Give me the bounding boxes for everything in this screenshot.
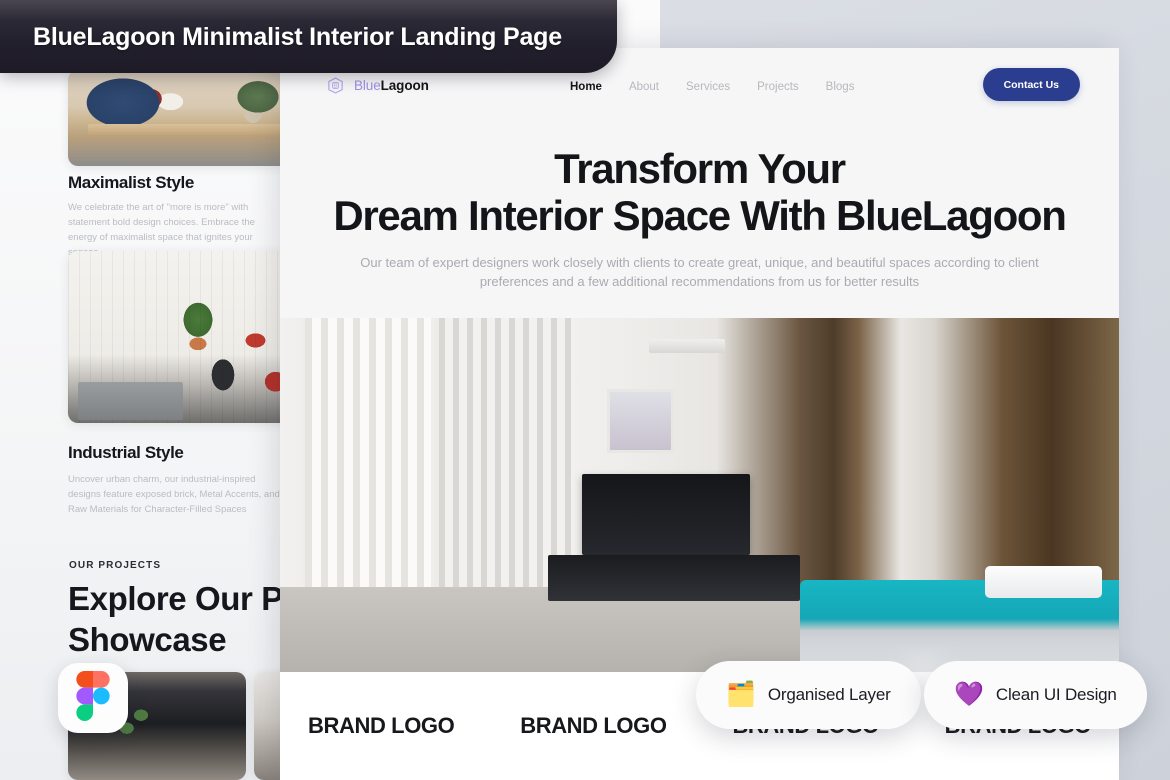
hero-ac-unit bbox=[649, 339, 725, 354]
feature-pill-label-organised-layer: Organised Layer bbox=[767, 685, 891, 704]
brand-logo-item-2: BRAND LOGO bbox=[520, 713, 667, 738]
brand-logo-item-1: BRAND LOGO bbox=[308, 713, 455, 738]
projects-heading-line2: Showcase bbox=[68, 621, 227, 658]
backdrop-body-industrial: Uncover urban charm, our industrial-insp… bbox=[68, 474, 280, 515]
folder-icon: 🗂️ bbox=[726, 681, 756, 708]
hero-subtext: Our team of expert designers work closel… bbox=[360, 255, 1039, 289]
hero-heading-line2: Dream Interior Space With BlueLagoon bbox=[333, 192, 1067, 239]
feature-pill-organised-layer: 🗂️ Organised Layer bbox=[696, 661, 921, 729]
hero-section: Transform Your Dream Interior Space With… bbox=[280, 128, 1119, 291]
nav-item-about[interactable]: About bbox=[629, 81, 659, 93]
nav-item-services[interactable]: Services bbox=[686, 81, 730, 93]
brand-word-lagoon: Lagoon bbox=[380, 78, 429, 93]
house-b-logo-icon: B bbox=[326, 76, 345, 95]
nav-item-projects[interactable]: Projects bbox=[757, 81, 799, 93]
hero-heading: Transform Your Dream Interior Space With… bbox=[280, 145, 1119, 239]
hero-image bbox=[280, 318, 1119, 672]
figma-badge bbox=[58, 663, 128, 733]
hero-cabinet bbox=[548, 555, 801, 602]
feature-pill-label-clean-ui-design: Clean UI Design bbox=[995, 685, 1117, 704]
nav-links: Home About Services Projects Blogs bbox=[570, 81, 854, 93]
backdrop-projects-eyebrow: OUR PROJECTS bbox=[69, 560, 162, 571]
title-banner-text: BlueLagoon Minimalist Interior Landing P… bbox=[33, 23, 562, 51]
brand-word-blue: Blue bbox=[354, 78, 381, 93]
backdrop-heading-maximalist: Maximalist Style bbox=[68, 173, 194, 192]
brand-wordmark: BlueLagoon bbox=[354, 78, 429, 93]
purple-heart-icon: 💜 bbox=[954, 681, 984, 708]
brand-logo[interactable]: B BlueLagoon bbox=[326, 76, 429, 95]
backdrop-heading-industrial: Industrial Style bbox=[68, 443, 184, 462]
hero-heading-line1: Transform Your bbox=[554, 145, 846, 192]
hero-pillow bbox=[984, 565, 1103, 598]
figma-logo-icon bbox=[76, 670, 110, 726]
title-banner: BlueLagoon Minimalist Interior Landing P… bbox=[0, 0, 617, 73]
contact-us-button[interactable]: Contact Us bbox=[982, 68, 1080, 101]
nav-item-home[interactable]: Home bbox=[570, 81, 602, 93]
nav-item-blogs[interactable]: Blogs bbox=[826, 81, 855, 93]
hero-tv bbox=[582, 473, 750, 556]
hero-mirror bbox=[607, 388, 675, 453]
feature-pill-clean-ui-design: 💜 Clean UI Design bbox=[924, 661, 1147, 729]
